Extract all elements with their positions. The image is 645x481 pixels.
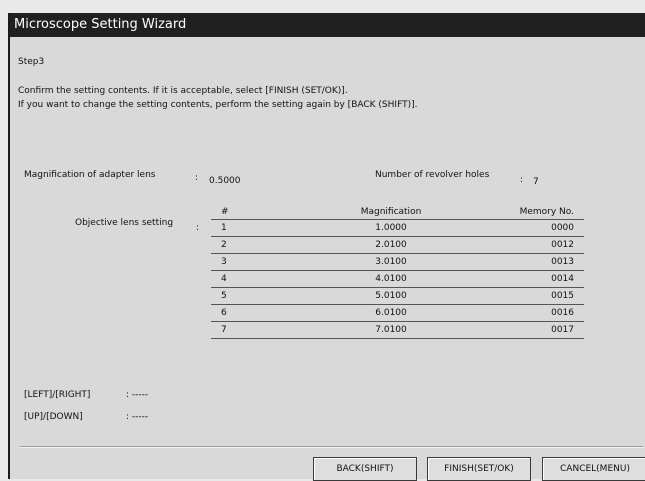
- row-magnification: 5.0100: [321, 287, 461, 305]
- row-memory: 0015: [461, 287, 584, 305]
- up-down-key-label: [UP]/[DOWN]: [24, 412, 83, 422]
- instruction-line-1: Confirm the setting contents. If it is a…: [18, 86, 348, 96]
- button-separator: [20, 446, 643, 448]
- wizard-window: Microscope Setting Wizard Step3 Confirm …: [8, 13, 645, 481]
- table-row: 5 5.0100 0015: [211, 287, 584, 305]
- revolver-colon: :: [520, 175, 524, 185]
- table-row: 1 1.0000 0000: [211, 219, 584, 237]
- objective-lens-table: # Magnification Memory No. 1 1.0000 0000…: [211, 204, 584, 339]
- revolver-holes-label: Number of revolver holes: [375, 170, 490, 180]
- table-row: 7 7.0100 0017: [211, 321, 584, 339]
- adapter-magnification-value: 0.5000: [209, 176, 241, 186]
- row-number: 3: [211, 253, 321, 271]
- column-header-magnification: Magnification: [321, 204, 461, 220]
- up-down-key-value: : -----: [126, 412, 149, 422]
- back-button[interactable]: BACK(SHIFT): [313, 457, 417, 481]
- row-number: 7: [211, 321, 321, 339]
- table-row: 2 2.0100 0012: [211, 236, 584, 254]
- row-number: 5: [211, 287, 321, 305]
- objective-colon: :: [196, 223, 200, 233]
- row-number: 6: [211, 304, 321, 322]
- column-header-number: #: [211, 204, 321, 220]
- row-number: 1: [211, 219, 321, 237]
- row-memory: 0013: [461, 253, 584, 271]
- left-right-key-label: [LEFT]/[RIGHT]: [24, 390, 91, 400]
- row-memory: 0016: [461, 304, 584, 322]
- revolver-holes-value: 7: [533, 177, 539, 187]
- row-memory: 0012: [461, 236, 584, 254]
- column-header-memory: Memory No.: [461, 204, 584, 220]
- objective-lens-label: Objective lens setting: [75, 218, 174, 228]
- adapter-colon: :: [195, 173, 199, 183]
- adapter-magnification-label: Magnification of adapter lens: [24, 170, 156, 180]
- table-header-row: # Magnification Memory No.: [211, 204, 584, 220]
- row-magnification: 6.0100: [321, 304, 461, 322]
- left-right-key-value: : -----: [126, 390, 149, 400]
- table-row: 6 6.0100 0016: [211, 304, 584, 322]
- row-magnification: 4.0100: [321, 270, 461, 288]
- table-row: 4 4.0100 0014: [211, 270, 584, 288]
- row-magnification: 2.0100: [321, 236, 461, 254]
- row-magnification: 3.0100: [321, 253, 461, 271]
- finish-button[interactable]: FINISH(SET/OK): [427, 457, 531, 481]
- row-number: 2: [211, 236, 321, 254]
- step-label: Step3: [18, 57, 45, 67]
- window-title: Microscope Setting Wizard: [10, 13, 645, 37]
- row-memory: 0014: [461, 270, 584, 288]
- row-memory: 0017: [461, 321, 584, 339]
- instruction-line-2: If you want to change the setting conten…: [18, 100, 418, 110]
- cancel-button[interactable]: CANCEL(MENU): [542, 457, 645, 481]
- row-magnification: 1.0000: [321, 219, 461, 237]
- row-memory: 0000: [461, 219, 584, 237]
- table-row: 3 3.0100 0013: [211, 253, 584, 271]
- row-magnification: 7.0100: [321, 321, 461, 339]
- row-number: 4: [211, 270, 321, 288]
